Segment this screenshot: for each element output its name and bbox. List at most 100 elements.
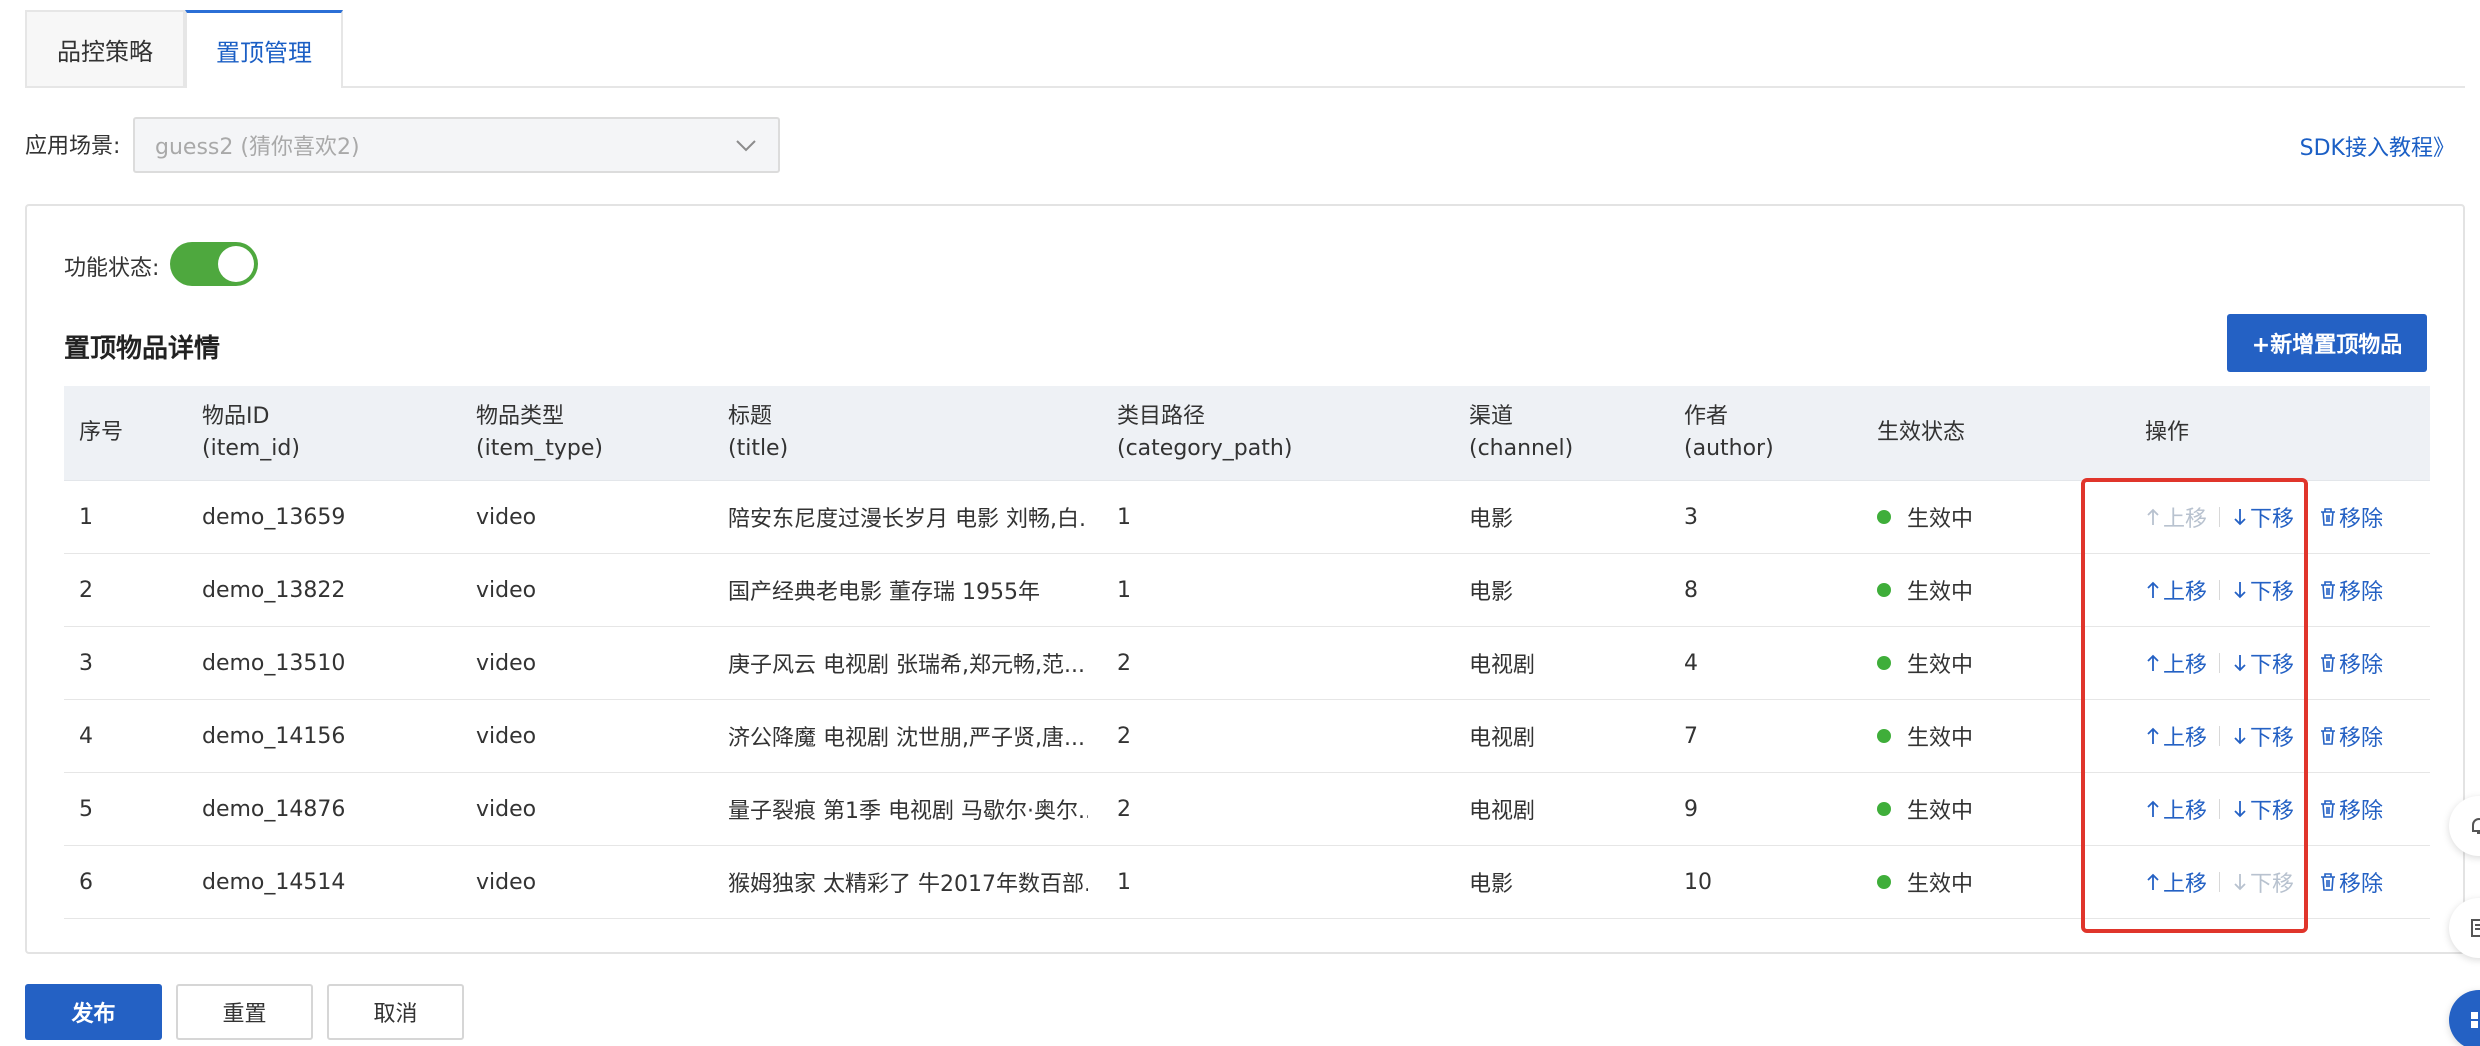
move-up-button[interactable]: 上移 [2145,647,2207,679]
move-up-button[interactable]: 上移 [2145,720,2207,752]
op-divider [2219,799,2221,819]
remove-button[interactable]: 移除 [2319,574,2383,606]
cell-author: 10 [1684,869,1712,895]
pinned-items-table: 序号 物品ID (item_id) 物品类型 (item_type) 标题 (titl… [64,386,2430,919]
cell-status: 生效中 [1877,627,2127,699]
table-header: 序号 物品ID (item_id) 物品类型 (item_type) 标题 (titl… [64,386,2430,481]
cell-item-type: video [476,577,537,603]
cell-channel: 电视剧 [1469,726,1536,751]
grid-icon [2471,1012,2478,1028]
move-down-button: 下移 [2232,866,2294,898]
op-divider [2306,799,2308,819]
publish-button[interactable]: 发布 [25,984,162,1040]
tab-pin-management[interactable]: 置顶管理 [185,10,343,88]
header-item-type: 物品类型 (item_type) [476,404,604,461]
cell-status: 生效中 [1877,700,2127,772]
cell-title: 量子裂痕 第1季 电视剧 马歇尔·奥尔... [728,799,1088,824]
cell-item-id: demo_13822 [202,577,346,603]
arrow-down-icon [2234,728,2246,745]
cell-item-type: video [476,796,537,822]
move-up-button[interactable]: 上移 [2145,574,2207,606]
status-dot [1877,583,1891,597]
op-divider [2219,726,2221,746]
chevron-down-icon [736,140,756,152]
arrow-up-icon [2147,581,2159,598]
pin-settings-panel: 功能状态: 置顶物品详情 +新增置顶物品 序号 物品ID (item_id) 物品… [25,204,2465,954]
cell-item-type: video [476,650,537,676]
cancel-button[interactable]: 取消 [327,984,464,1040]
cell-author: 3 [1684,504,1698,530]
move-down-button[interactable]: 下移 [2232,720,2294,752]
arrow-up-icon [2147,508,2159,525]
op-divider [2219,507,2221,527]
move-up-button[interactable]: 上移 [2145,866,2207,898]
cell-item-type: video [476,869,537,895]
add-pinned-item-button[interactable]: +新增置顶物品 [2227,314,2427,372]
arrow-up-icon [2147,727,2159,744]
cell-title: 国产经典老电影 董存瑞 1955年 [728,580,1040,605]
status-text: 生效中 [1907,872,1974,897]
cell-seq: 4 [79,723,93,749]
reset-button[interactable]: 重置 [176,984,313,1040]
move-down-button[interactable]: 下移 [2232,647,2294,679]
cell-author: 8 [1684,577,1698,603]
scene-select[interactable]: guess2 (猜你喜欢2) [133,117,780,173]
op-divider [2306,872,2308,892]
section-title: 置顶物品详情 [64,334,221,364]
floating-chat-button[interactable] [2449,990,2480,1046]
cell-ops: 上移 下移 移除 [2145,554,2430,626]
bell-icon [2472,818,2480,834]
cell-status: 生效中 [1877,481,2127,553]
trash-icon [2321,800,2336,818]
cell-channel: 电影 [1469,507,1514,532]
status-dot [1877,875,1891,889]
status-dot [1877,802,1891,816]
header-category-path: 类目路径 (category_path) [1117,404,1293,461]
move-down-button[interactable]: 下移 [2232,501,2294,533]
cell-author: 7 [1684,723,1698,749]
header-author: 作者 (author) [1684,404,1774,461]
move-up-button[interactable]: 上移 [2145,793,2207,825]
remove-button[interactable]: 移除 [2319,720,2383,752]
arrow-up-icon [2147,873,2159,890]
status-dot [1877,656,1891,670]
scene-select-value: guess2 (猜你喜欢2) [155,135,360,160]
remove-button[interactable]: 移除 [2319,647,2383,679]
header-status: 生效状态 [1877,420,1966,445]
status-dot [1877,729,1891,743]
op-divider [2306,580,2308,600]
cell-category-path: 2 [1117,650,1131,676]
arrow-up-icon [2147,654,2159,671]
cell-title: 陪安东尼度过漫长岁月 电影 刘畅,白... [728,507,1088,532]
trash-icon [2321,727,2336,745]
remove-button[interactable]: 移除 [2319,501,2383,533]
table-row: 4 demo_14156 video 济公降魔 电视剧 沈世朋,严子贤,唐... 2 电视… [64,700,2430,773]
tab-quality-strategy[interactable]: 品控策略 [25,10,185,86]
cell-item-id: demo_13659 [202,504,346,530]
trash-icon [2321,581,2336,599]
arrow-down-icon [2234,509,2246,526]
arrow-down-icon [2234,582,2246,599]
remove-button[interactable]: 移除 [2319,793,2383,825]
feature-status-label: 功能状态: [64,256,160,281]
status-text: 生效中 [1907,799,1974,824]
arrow-down-icon [2234,655,2246,672]
move-up-button: 上移 [2145,501,2207,533]
header-seq: 序号 [79,420,124,445]
move-down-button[interactable]: 下移 [2232,793,2294,825]
sdk-tutorial-link[interactable]: SDK接入教程》 [2300,130,2455,162]
remove-button[interactable]: 移除 [2319,866,2383,898]
header-ops: 操作 [2145,420,2190,445]
status-text: 生效中 [1907,507,1974,532]
cell-category-path: 1 [1117,869,1131,895]
feature-status-toggle[interactable] [170,242,258,286]
cell-category-path: 2 [1117,796,1131,822]
cell-seq: 6 [79,869,93,895]
op-divider [2219,580,2221,600]
cell-status: 生效中 [1877,773,2127,845]
cell-author: 9 [1684,796,1698,822]
move-down-button[interactable]: 下移 [2232,574,2294,606]
cell-item-id: demo_13510 [202,650,346,676]
table-body: 1 demo_13659 video 陪安东尼度过漫长岁月 电影 刘畅,白... 1 电影… [64,481,2430,919]
table-row: 2 demo_13822 video 国产经典老电影 董存瑞 1955年 1 电影 8 生效中… [64,554,2430,627]
